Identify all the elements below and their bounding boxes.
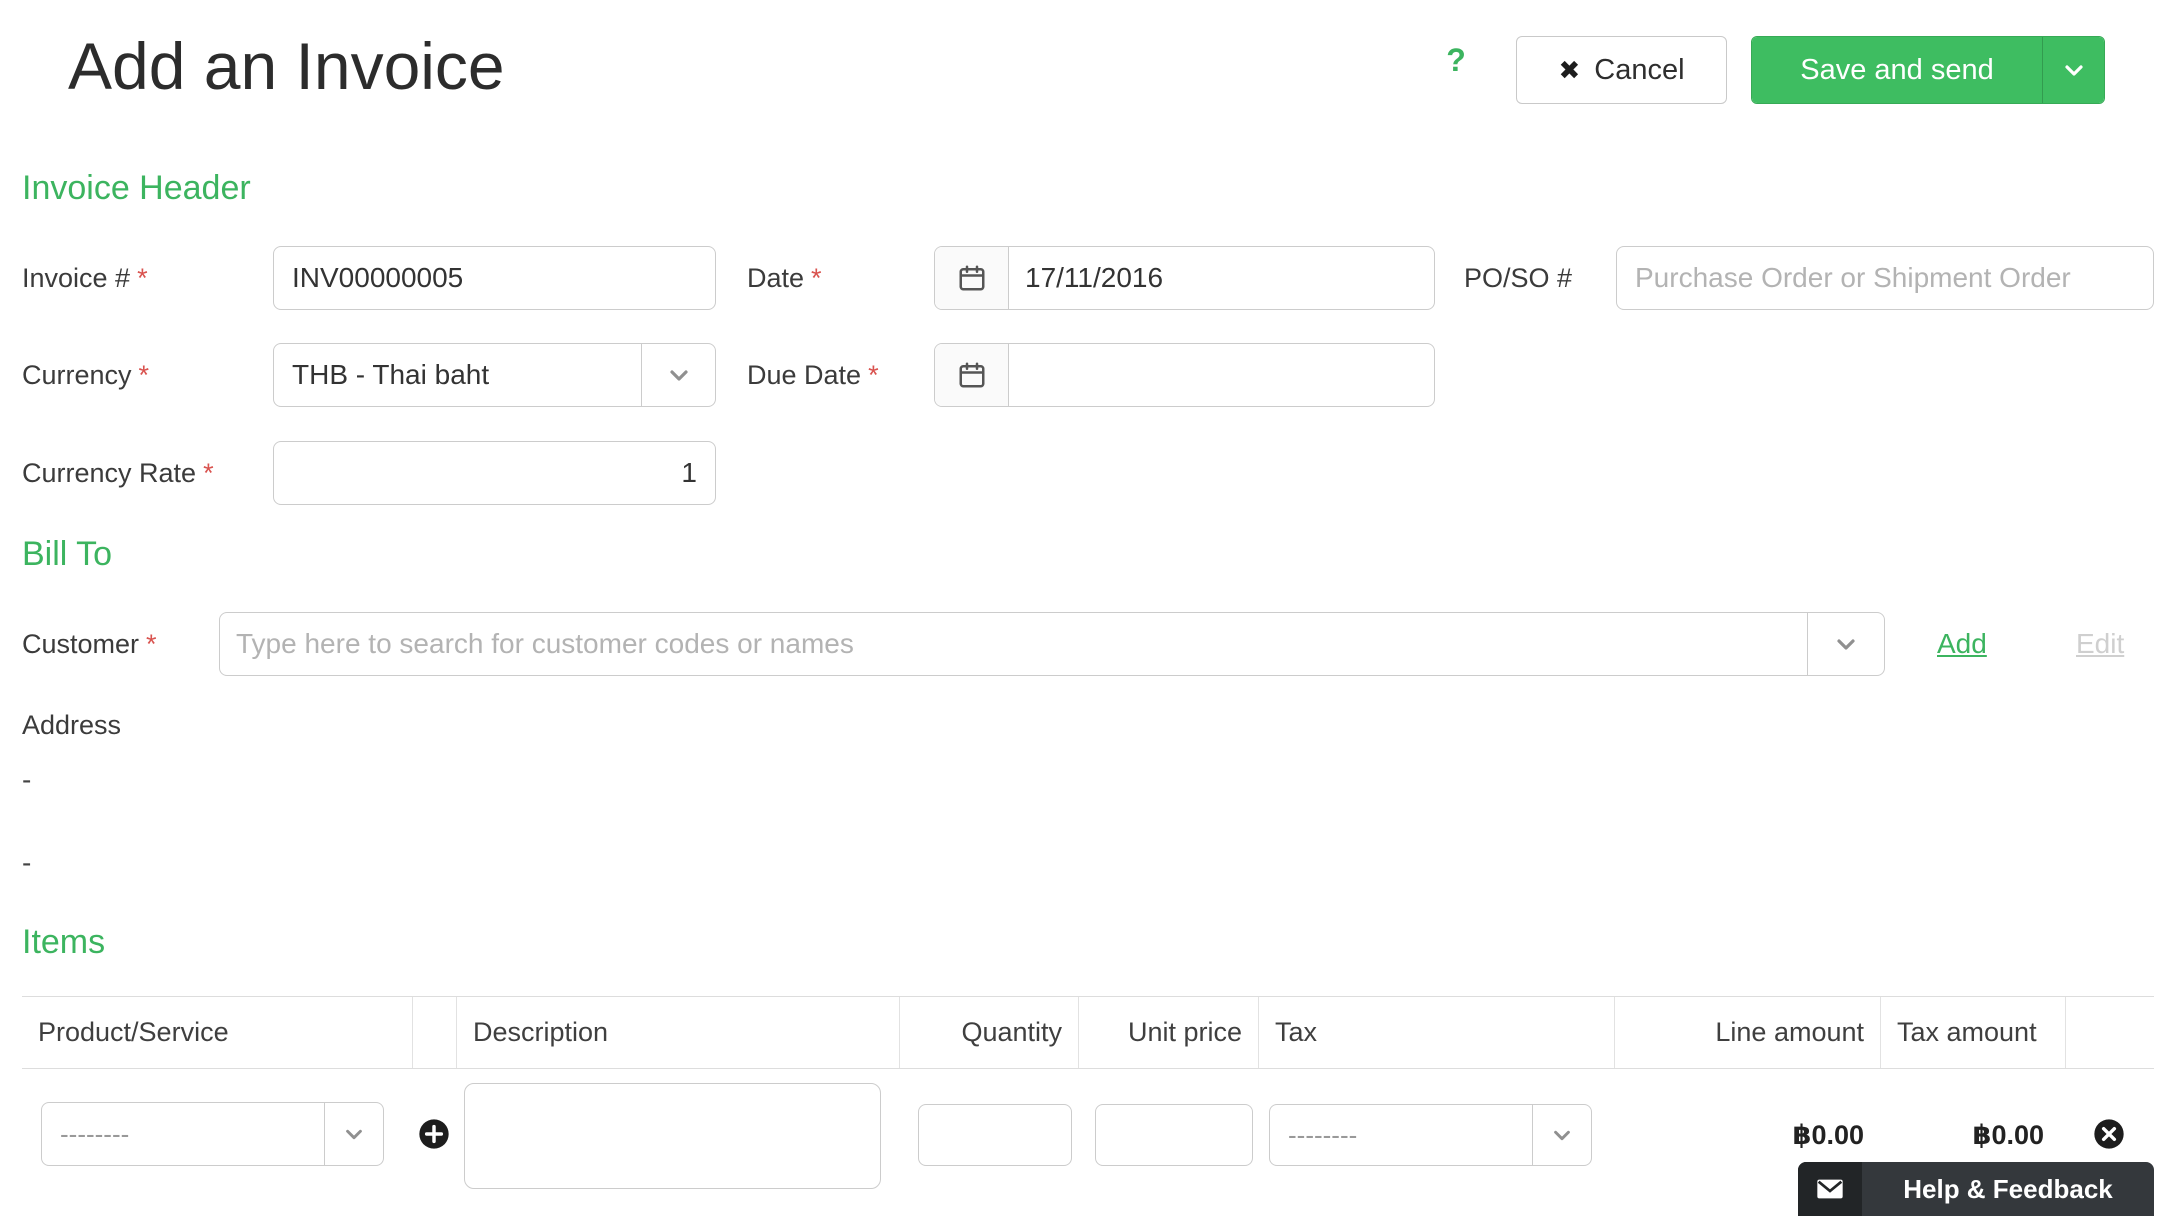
date-label-text: Date bbox=[747, 263, 805, 293]
date-input[interactable] bbox=[1009, 247, 1434, 309]
save-and-send-button[interactable]: Save and send bbox=[1752, 37, 2042, 103]
currency-label-text: Currency bbox=[22, 360, 132, 390]
product-service-select[interactable]: -------- bbox=[41, 1102, 384, 1166]
customer-label: Customer * bbox=[22, 612, 157, 676]
chevron-down-icon bbox=[2064, 65, 2083, 76]
remove-line-button[interactable] bbox=[2093, 1118, 2125, 1150]
cancel-x-icon: ✖ bbox=[1558, 54, 1581, 85]
customer-combobox bbox=[219, 612, 1885, 676]
product-service-select-caret[interactable] bbox=[324, 1103, 383, 1165]
product-service-placeholder: -------- bbox=[60, 1118, 130, 1149]
date-label: Date * bbox=[747, 246, 822, 310]
required-asterisk: * bbox=[868, 360, 879, 390]
save-and-send-split-button: Save and send bbox=[1751, 36, 2105, 104]
column-header-add bbox=[412, 997, 456, 1068]
address-line-2: - bbox=[22, 847, 32, 878]
cancel-label: Cancel bbox=[1594, 53, 1685, 86]
column-header-line-amount: Line amount bbox=[1614, 997, 1880, 1068]
calendar-icon bbox=[959, 265, 984, 291]
address-label-text: Address bbox=[22, 710, 122, 740]
quantity-input[interactable] bbox=[918, 1104, 1072, 1166]
column-header-description: Description bbox=[456, 997, 899, 1068]
tax-amount-value: ฿0.00 bbox=[1972, 1120, 2044, 1150]
plus-circle-icon bbox=[419, 1119, 449, 1149]
help-icon[interactable]: ? bbox=[1438, 42, 1474, 79]
required-asterisk: * bbox=[811, 263, 822, 293]
chevron-down-icon bbox=[1554, 1130, 1570, 1141]
bill-to-section-title: Bill To bbox=[22, 535, 113, 573]
required-asterisk: * bbox=[146, 629, 157, 659]
description-textarea[interactable] bbox=[464, 1083, 881, 1189]
due-date-calendar-button[interactable] bbox=[935, 344, 1009, 406]
po-so-label-text: PO/SO # bbox=[1464, 263, 1573, 293]
date-calendar-button[interactable] bbox=[935, 247, 1009, 309]
envelope-icon bbox=[1798, 1162, 1862, 1216]
due-date-label-text: Due Date bbox=[747, 360, 862, 390]
column-header-quantity: Quantity bbox=[899, 997, 1078, 1068]
calendar-icon bbox=[959, 362, 984, 388]
customer-label-text: Customer bbox=[22, 629, 140, 659]
page-title: Add an Invoice bbox=[68, 29, 505, 103]
invoice-header-section-title: Invoice Header bbox=[22, 169, 251, 207]
invoice-number-input[interactable] bbox=[273, 246, 716, 310]
add-line-button[interactable] bbox=[418, 1118, 450, 1150]
items-section-title: Items bbox=[22, 923, 106, 961]
column-header-tax-amount: Tax amount bbox=[1880, 997, 2065, 1068]
add-invoice-page: Add an Invoice ? ✖ Cancel Save and send … bbox=[0, 0, 2170, 1216]
column-header-product-service: Product/Service bbox=[38, 1017, 229, 1047]
help-feedback-button[interactable]: Help & Feedback bbox=[1798, 1162, 2154, 1216]
due-date-input[interactable] bbox=[1009, 344, 1434, 406]
currency-select-caret[interactable] bbox=[641, 344, 715, 406]
required-asterisk: * bbox=[203, 458, 214, 488]
column-header-actions bbox=[2065, 997, 2154, 1068]
due-date-field-group bbox=[934, 343, 1435, 407]
date-field-group bbox=[934, 246, 1435, 310]
items-table-header: Product/Service Description Quantity Uni… bbox=[22, 996, 2154, 1069]
currency-select[interactable]: THB - Thai baht bbox=[273, 343, 716, 407]
currency-label: Currency * bbox=[22, 343, 149, 407]
tax-select-caret[interactable] bbox=[1532, 1105, 1591, 1165]
due-date-label: Due Date * bbox=[747, 343, 879, 407]
customer-edit-link[interactable]: Edit bbox=[2076, 612, 2124, 676]
customer-search-input[interactable] bbox=[220, 613, 1807, 675]
customer-add-link[interactable]: Add bbox=[1937, 612, 1987, 676]
column-header-tax: Tax bbox=[1258, 997, 1614, 1068]
save-options-caret-button[interactable] bbox=[2042, 37, 2104, 103]
currency-rate-input[interactable] bbox=[273, 441, 716, 505]
tax-placeholder: -------- bbox=[1288, 1119, 1358, 1150]
cancel-button[interactable]: ✖ Cancel bbox=[1516, 36, 1727, 104]
currency-rate-label-text: Currency Rate bbox=[22, 458, 197, 488]
invoice-number-label-text: Invoice # bbox=[22, 263, 131, 293]
customer-select-caret[interactable] bbox=[1807, 613, 1884, 675]
chevron-down-icon bbox=[1837, 639, 1855, 650]
tax-select[interactable]: -------- bbox=[1269, 1104, 1592, 1166]
invoice-number-label: Invoice # * bbox=[22, 246, 148, 310]
line-amount-value: ฿0.00 bbox=[1792, 1120, 1864, 1150]
address-line-1: - bbox=[22, 764, 32, 795]
po-so-input[interactable] bbox=[1616, 246, 2154, 310]
address-label: Address bbox=[22, 703, 121, 747]
chevron-down-icon bbox=[346, 1129, 362, 1140]
required-asterisk: * bbox=[137, 263, 148, 293]
po-so-label: PO/SO # bbox=[1464, 246, 1572, 310]
remove-circle-icon bbox=[2094, 1119, 2124, 1149]
required-asterisk: * bbox=[138, 360, 150, 390]
chevron-down-icon bbox=[669, 370, 688, 381]
help-feedback-label: Help & Feedback bbox=[1903, 1173, 2113, 1204]
currency-rate-label: Currency Rate * bbox=[22, 441, 214, 505]
save-and-send-label: Save and send bbox=[1800, 53, 1994, 86]
column-header-unit-price: Unit price bbox=[1078, 997, 1258, 1068]
unit-price-input[interactable] bbox=[1095, 1104, 1253, 1166]
currency-selected-value: THB - Thai baht bbox=[292, 359, 490, 390]
